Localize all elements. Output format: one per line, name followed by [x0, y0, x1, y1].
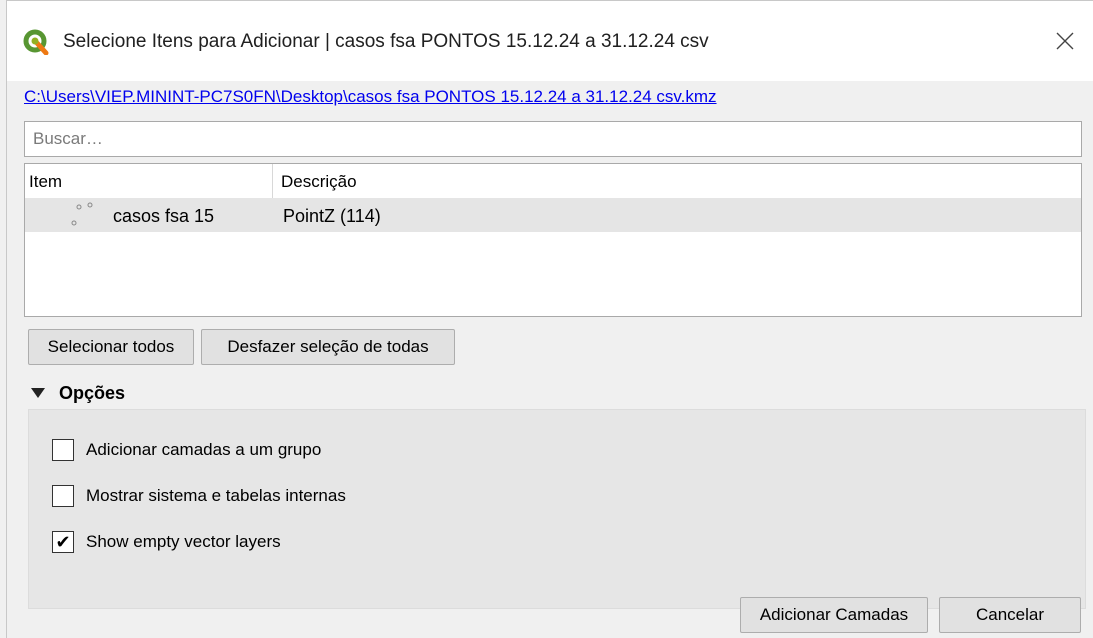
- row-item-name: casos fsa 15: [113, 206, 215, 226]
- add-layers-button[interactable]: Adicionar Camadas: [740, 597, 928, 633]
- option-show-system-tables[interactable]: Mostrar sistema e tabelas internas: [52, 482, 346, 510]
- show-system-tables-label: Mostrar sistema e tabelas internas: [86, 486, 346, 505]
- add-items-dialog: Selecione Itens para Adicionar | casos f…: [6, 0, 1093, 638]
- file-path-link[interactable]: C:\Users\VIEP.MININT-PC7S0FN\Desktop\cas…: [24, 87, 717, 107]
- add-to-group-checkbox[interactable]: [52, 439, 74, 461]
- option-add-to-group[interactable]: Adicionar camadas a um grupo: [52, 436, 321, 464]
- add-to-group-label: Adicionar camadas a um grupo: [86, 440, 322, 459]
- qgis-icon: [23, 29, 49, 55]
- close-button[interactable]: [1049, 25, 1081, 57]
- close-icon: [1056, 32, 1074, 50]
- items-tree: Item Descrição casos fsa 15 PointZ (114): [24, 163, 1082, 317]
- column-header-description[interactable]: Descrição: [273, 164, 1081, 198]
- tree-row[interactable]: casos fsa 15 PointZ (114): [25, 198, 1081, 232]
- show-empty-layers-checkbox[interactable]: ✔: [52, 531, 74, 553]
- option-show-empty-layers[interactable]: ✔ Show empty vector layers: [52, 528, 281, 556]
- tree-header: Item Descrição: [25, 164, 1081, 199]
- row-item-description: PointZ (114): [283, 206, 381, 226]
- options-title: Opções: [59, 382, 126, 403]
- point-layer-icon: [71, 202, 93, 226]
- options-toggle[interactable]: Opções: [28, 379, 125, 407]
- search-input[interactable]: [24, 121, 1082, 157]
- checkmark-icon: ✔: [55, 532, 71, 552]
- column-header-item[interactable]: Item: [25, 164, 273, 198]
- cancel-button[interactable]: Cancelar: [939, 597, 1081, 633]
- show-system-tables-checkbox[interactable]: [52, 485, 74, 507]
- collapse-triangle-icon: [31, 388, 45, 398]
- select-all-button[interactable]: Selecionar todos: [28, 329, 194, 365]
- title-bar: Selecione Itens para Adicionar | casos f…: [7, 1, 1093, 81]
- deselect-all-button[interactable]: Desfazer seleção de todas: [201, 329, 455, 365]
- window-title: Selecione Itens para Adicionar | casos f…: [63, 31, 709, 52]
- options-panel: Adicionar camadas a um grupo Mostrar sis…: [28, 409, 1086, 609]
- show-empty-layers-label: Show empty vector layers: [86, 532, 281, 551]
